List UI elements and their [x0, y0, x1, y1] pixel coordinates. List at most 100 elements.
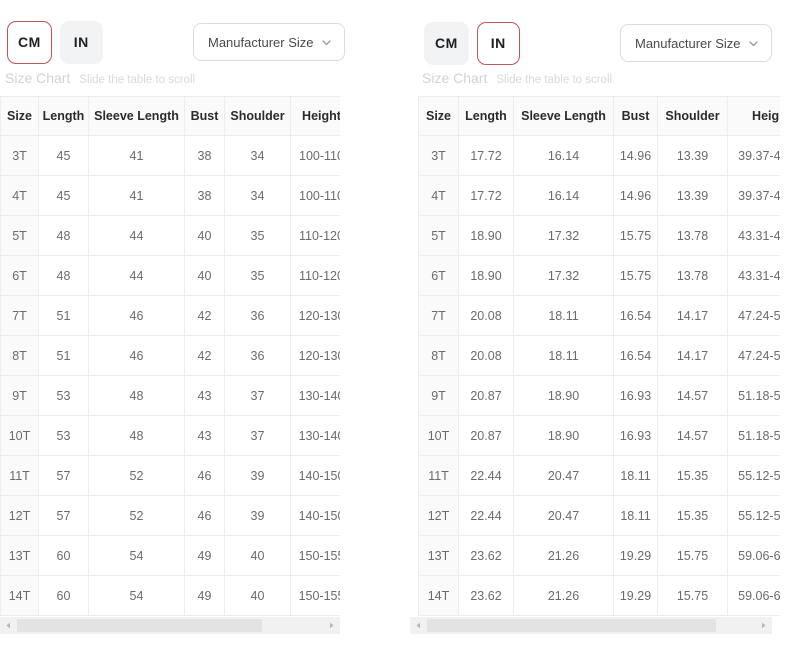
- cell-shoulder: 37: [224, 375, 291, 416]
- cell-length: 60: [38, 575, 89, 616]
- caret-left-icon[interactable]: [410, 616, 427, 634]
- unit-toggle-in[interactable]: CM IN: [424, 21, 520, 65]
- table-row: 5T 48 44 40 35 110-120: [0, 215, 340, 256]
- cell-shoulder: 37: [224, 415, 291, 456]
- cell-size: 11T: [0, 455, 39, 496]
- cell-size: 5T: [0, 215, 39, 256]
- cell-size: 7T: [0, 295, 39, 336]
- caret-left-icon[interactable]: [0, 616, 17, 634]
- horizontal-scrollbar-cm[interactable]: [0, 616, 340, 634]
- cell-shoulder: 35: [224, 215, 291, 256]
- cell-length: 20.87: [458, 375, 514, 416]
- cell-sleeve-length: 18.11: [513, 335, 614, 376]
- table-row: 11T 57 52 46 39 140-150: [0, 455, 340, 496]
- table-row: 4T 45 41 38 34 100-110: [0, 175, 340, 216]
- cell-size: 13T: [418, 535, 459, 576]
- cell-bust: 40: [184, 215, 225, 256]
- size-type-select-value: Manufacturer Size: [635, 35, 741, 51]
- cell-bust: 49: [184, 575, 225, 616]
- size-table-wrapper-in[interactable]: Size Length Sleeve Length Bust Shoulder …: [418, 96, 780, 616]
- cell-length: 60: [38, 535, 89, 576]
- column-header-shoulder: Shoulder: [657, 96, 728, 136]
- cell-sleeve-length: 20.47: [513, 495, 614, 536]
- size-table-wrapper-cm[interactable]: Size Length Sleeve Length Bust Shoulder …: [0, 96, 340, 616]
- cell-length: 18.90: [458, 255, 514, 296]
- cell-height: 51.18-55.12: [727, 415, 780, 456]
- cell-length: 17.72: [458, 175, 514, 216]
- unit-button-cm[interactable]: CM: [424, 21, 469, 65]
- cell-length: 17.72: [458, 135, 514, 176]
- unit-button-cm[interactable]: CM: [7, 20, 52, 64]
- table-row: 7T 20.08 18.11 16.54 14.17 47.24-51.18: [418, 295, 780, 336]
- table-row: 8T 20.08 18.11 16.54 14.17 47.24-51.18: [418, 335, 780, 376]
- horizontal-scrollbar-in[interactable]: [410, 616, 772, 634]
- cell-bust: 14.96: [613, 175, 658, 216]
- cell-height: 140-150: [290, 455, 340, 496]
- page-title: Size Chart: [5, 70, 71, 86]
- cell-height: 39.37-43.31: [727, 135, 780, 176]
- cell-length: 48: [38, 255, 89, 296]
- cell-length: 22.44: [458, 455, 514, 496]
- cell-sleeve-length: 41: [88, 175, 185, 216]
- caret-right-icon[interactable]: [323, 616, 340, 634]
- unit-button-in[interactable]: IN: [59, 20, 103, 64]
- cell-length: 23.62: [458, 575, 514, 616]
- caret-right-icon[interactable]: [755, 616, 772, 634]
- table-row: 8T 51 46 42 36 120-130: [0, 335, 340, 376]
- scrollbar-thumb[interactable]: [427, 618, 716, 632]
- table-row: 6T 48 44 40 35 110-120: [0, 255, 340, 296]
- cell-sleeve-length: 46: [88, 335, 185, 376]
- cell-shoulder: 35: [224, 255, 291, 296]
- size-type-select-cm[interactable]: Manufacturer Size: [193, 23, 345, 61]
- cell-height: 100-110: [290, 135, 340, 176]
- cell-sleeve-length: 21.26: [513, 535, 614, 576]
- cell-sleeve-length: 18.90: [513, 375, 614, 416]
- cell-sleeve-length: 44: [88, 255, 185, 296]
- cell-size: 6T: [418, 255, 459, 296]
- cell-bust: 40: [184, 255, 225, 296]
- cell-sleeve-length: 54: [88, 535, 185, 576]
- cell-size: 10T: [0, 415, 39, 456]
- scroll-hint: Slide the table to scroll: [496, 74, 613, 86]
- cell-height: 140-150: [290, 495, 340, 536]
- size-table-in: Size Length Sleeve Length Bust Shoulder …: [418, 96, 780, 616]
- table-row: 13T 60 54 49 40 150-155: [0, 535, 340, 576]
- table-header-row: Size Length Sleeve Length Bust Shoulder …: [0, 96, 340, 136]
- table-row: 9T 20.87 18.90 16.93 14.57 51.18-55.12: [418, 375, 780, 416]
- size-type-select-in[interactable]: Manufacturer Size: [620, 24, 772, 62]
- cell-sleeve-length: 48: [88, 375, 185, 416]
- cell-size: 3T: [418, 135, 459, 176]
- cell-bust: 43: [184, 415, 225, 456]
- column-header-size: Size: [418, 96, 459, 136]
- cell-height: 100-110: [290, 175, 340, 216]
- cell-shoulder: 15.35: [657, 455, 728, 496]
- cell-size: 8T: [418, 335, 459, 376]
- cell-size: 9T: [418, 375, 459, 416]
- cell-bust: 14.96: [613, 135, 658, 176]
- column-header-shoulder: Shoulder: [224, 96, 291, 136]
- cell-length: 20.87: [458, 415, 514, 456]
- cell-sleeve-length: 18.90: [513, 415, 614, 456]
- cell-height: 120-130: [290, 295, 340, 336]
- cell-sleeve-length: 20.47: [513, 455, 614, 496]
- cell-height: 110-120: [290, 255, 340, 296]
- cell-length: 57: [38, 455, 89, 496]
- scrollbar-thumb[interactable]: [17, 618, 262, 632]
- cell-height: 150-155: [290, 575, 340, 616]
- unit-button-in[interactable]: IN: [476, 21, 520, 65]
- cell-size: 3T: [0, 135, 39, 176]
- scrollbar-track[interactable]: [17, 616, 323, 634]
- scroll-hint: Slide the table to scroll: [79, 74, 196, 86]
- table-row: 12T 22.44 20.47 18.11 15.35 55.12-59.06: [418, 495, 780, 536]
- cell-length: 53: [38, 375, 89, 416]
- unit-toggle-cm[interactable]: CM IN: [7, 20, 103, 64]
- cell-bust: 42: [184, 335, 225, 376]
- size-chart-panel-cm: CM IN Manufacturer Size Size Chart Slide…: [0, 0, 405, 662]
- cell-sleeve-length: 54: [88, 575, 185, 616]
- scrollbar-track[interactable]: [427, 616, 755, 634]
- cell-height: 47.24-51.18: [727, 335, 780, 376]
- cell-shoulder: 36: [224, 335, 291, 376]
- table-row: 9T 53 48 43 37 130-140: [0, 375, 340, 416]
- cell-bust: 43: [184, 375, 225, 416]
- cell-shoulder: 13.78: [657, 215, 728, 256]
